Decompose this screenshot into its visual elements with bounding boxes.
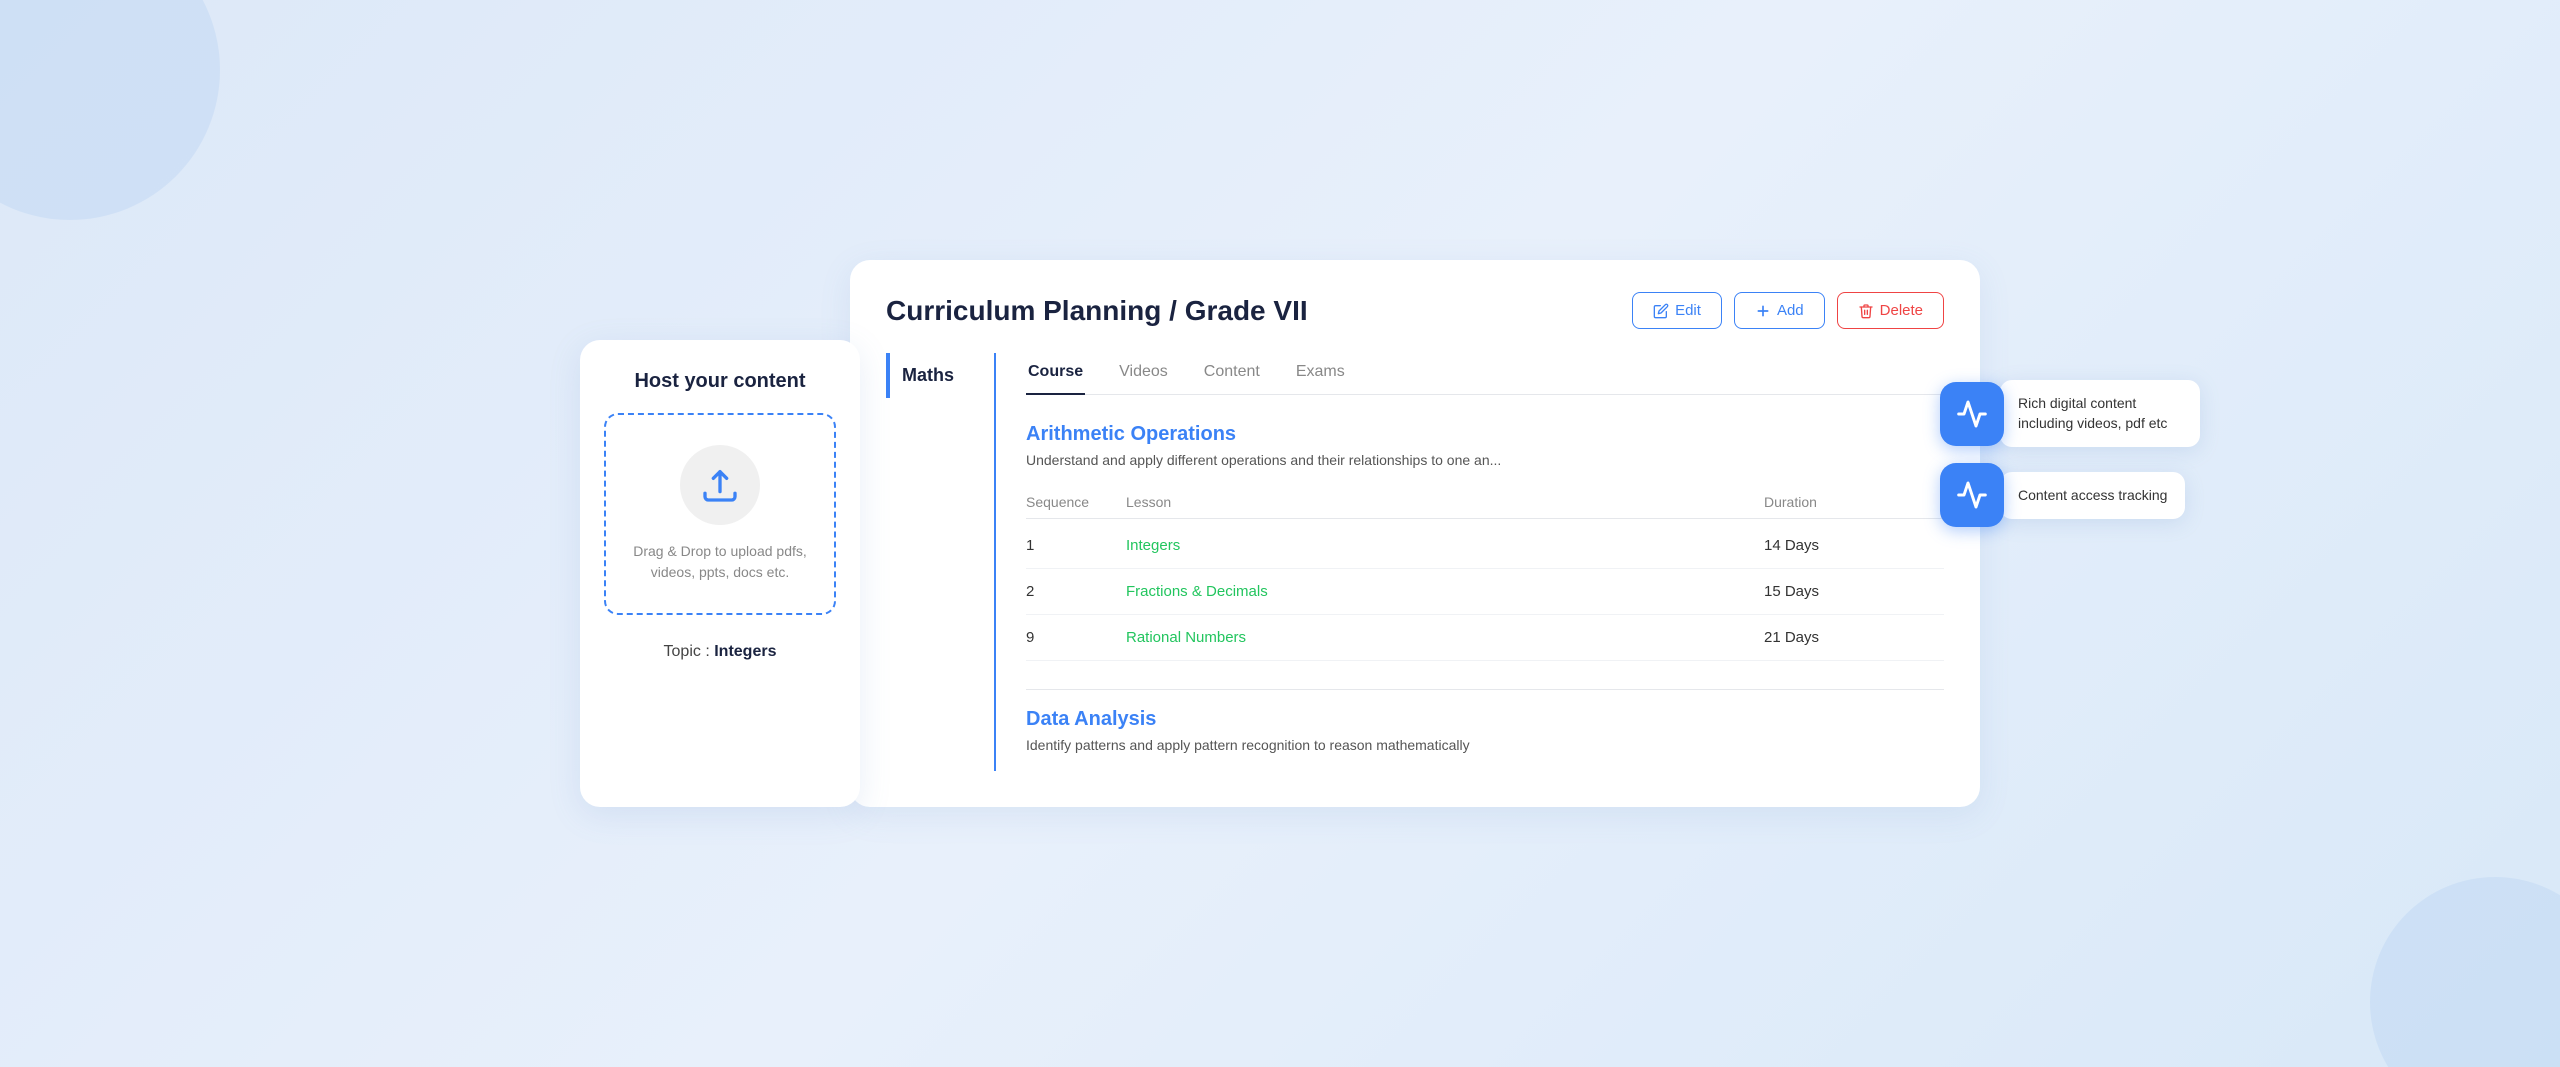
analytics-icon-2 (1956, 479, 1988, 511)
section-arithmetic-desc: Understand and apply different operation… (1026, 452, 1944, 468)
content-layout: Maths Course Videos Content (886, 353, 1944, 771)
analytics-icon-1 (1956, 398, 1988, 430)
lesson-duration-3: 21 Days (1764, 629, 1944, 646)
plus-icon (1755, 303, 1771, 319)
feature-icon-btn-2[interactable] (1940, 463, 2004, 527)
trash-icon (1858, 303, 1874, 319)
edit-icon (1653, 303, 1669, 319)
lesson-name-3[interactable]: Rational Numbers (1126, 629, 1764, 646)
lesson-seq-1: 1 (1026, 537, 1126, 554)
section-data-analysis: Data Analysis Identify patterns and appl… (1026, 708, 1944, 753)
col-lesson: Lesson (1126, 494, 1764, 510)
section-arithmetic: Arithmetic Operations Understand and app… (1026, 423, 1944, 661)
table-header: Sequence Lesson Duration (1026, 486, 1944, 519)
section-data-desc: Identify patterns and apply pattern reco… (1026, 737, 1944, 753)
lesson-name-1[interactable]: Integers (1126, 537, 1764, 554)
upload-description: Drag & Drop to upload pdfs, videos, ppts… (626, 541, 814, 583)
main-card: Rich digital content including videos, p… (850, 260, 1980, 807)
section-arithmetic-title: Arithmetic Operations (1026, 423, 1944, 446)
upload-panel: Host your content Drag & Drop to upload … (580, 340, 860, 807)
upload-panel-title: Host your content (634, 370, 805, 393)
table-row: 2 Fractions & Decimals 15 Days (1026, 569, 1944, 615)
topic-value: Integers (714, 643, 776, 660)
tab-content[interactable]: Content (1202, 353, 1262, 395)
upload-dropzone[interactable]: Drag & Drop to upload pdfs, videos, ppts… (604, 413, 836, 615)
add-button[interactable]: Add (1734, 292, 1825, 329)
table-row: 1 Integers 14 Days (1026, 523, 1944, 569)
header-actions: Edit Add Delete (1632, 292, 1944, 329)
feature-card-2: Content access tracking (1940, 463, 2200, 527)
tab-navigation: Course Videos Content Exams (1026, 353, 1944, 395)
lesson-duration-1: 14 Days (1764, 537, 1944, 554)
lessons-table: Sequence Lesson Duration 1 Integers 14 D… (1026, 486, 1944, 661)
feature-icon-btn-1[interactable] (1940, 382, 2004, 446)
lesson-seq-3: 9 (1026, 629, 1126, 646)
delete-button[interactable]: Delete (1837, 292, 1944, 329)
table-row: 9 Rational Numbers 21 Days (1026, 615, 1944, 661)
page-header: Curriculum Planning / Grade VII Edit Add (886, 292, 1944, 329)
edit-button[interactable]: Edit (1632, 292, 1722, 329)
section-divider (1026, 689, 1944, 690)
feature-cards-container: Rich digital content including videos, p… (1940, 380, 2200, 527)
topic-label: Topic : Integers (664, 643, 777, 661)
lesson-name-2[interactable]: Fractions & Decimals (1126, 583, 1764, 600)
subject-sidebar: Maths (886, 353, 996, 771)
upload-icon (700, 465, 740, 505)
tab-exams[interactable]: Exams (1294, 353, 1347, 395)
feature-card-1: Rich digital content including videos, p… (1940, 380, 2200, 447)
section-data-title: Data Analysis (1026, 708, 1944, 731)
tab-videos[interactable]: Videos (1117, 353, 1170, 395)
course-content: Course Videos Content Exams Arithmetic O… (1026, 353, 1944, 771)
tab-course[interactable]: Course (1026, 353, 1085, 395)
feature-tooltip-2: Content access tracking (2000, 472, 2185, 520)
feature-tooltip-1: Rich digital content including videos, p… (2000, 380, 2200, 447)
col-sequence: Sequence (1026, 494, 1126, 510)
upload-icon-circle (680, 445, 760, 525)
subject-item-maths[interactable]: Maths (886, 353, 994, 398)
lesson-seq-2: 2 (1026, 583, 1126, 600)
lesson-duration-2: 15 Days (1764, 583, 1944, 600)
col-duration: Duration (1764, 494, 1944, 510)
page-title: Curriculum Planning / Grade VII (886, 295, 1308, 327)
